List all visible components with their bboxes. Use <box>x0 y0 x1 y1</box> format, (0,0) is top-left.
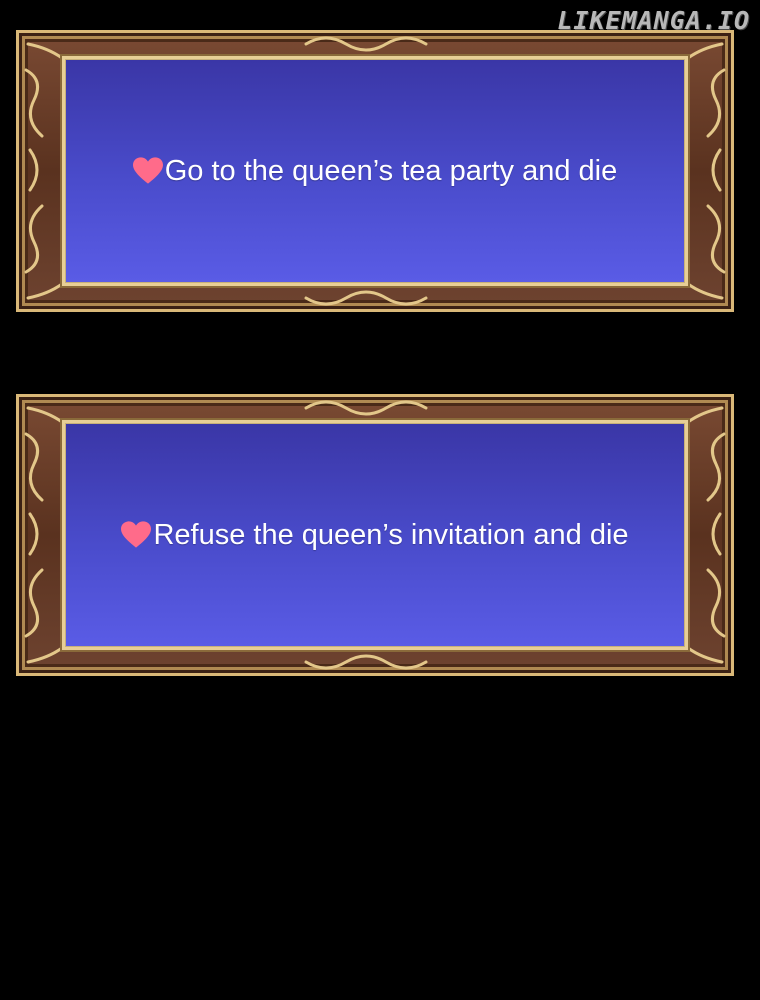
choice-option-refuse-invitation[interactable]: Refuse the queen’s invitation and die <box>16 394 734 676</box>
choice-label: Refuse the queen’s invitation and die <box>121 518 629 552</box>
choice-panel: Refuse the queen’s invitation and die <box>62 420 688 650</box>
heart-icon <box>132 157 163 184</box>
choice-option-tea-party[interactable]: Go to the queen’s tea party and die <box>16 30 734 312</box>
heart-icon <box>121 521 152 548</box>
choice-panel: Go to the queen’s tea party and die <box>62 56 688 286</box>
choice-label: Go to the queen’s tea party and die <box>132 154 618 188</box>
choice-text: Refuse the queen’s invitation and die <box>153 518 629 551</box>
choice-text: Go to the queen’s tea party and die <box>164 154 618 187</box>
